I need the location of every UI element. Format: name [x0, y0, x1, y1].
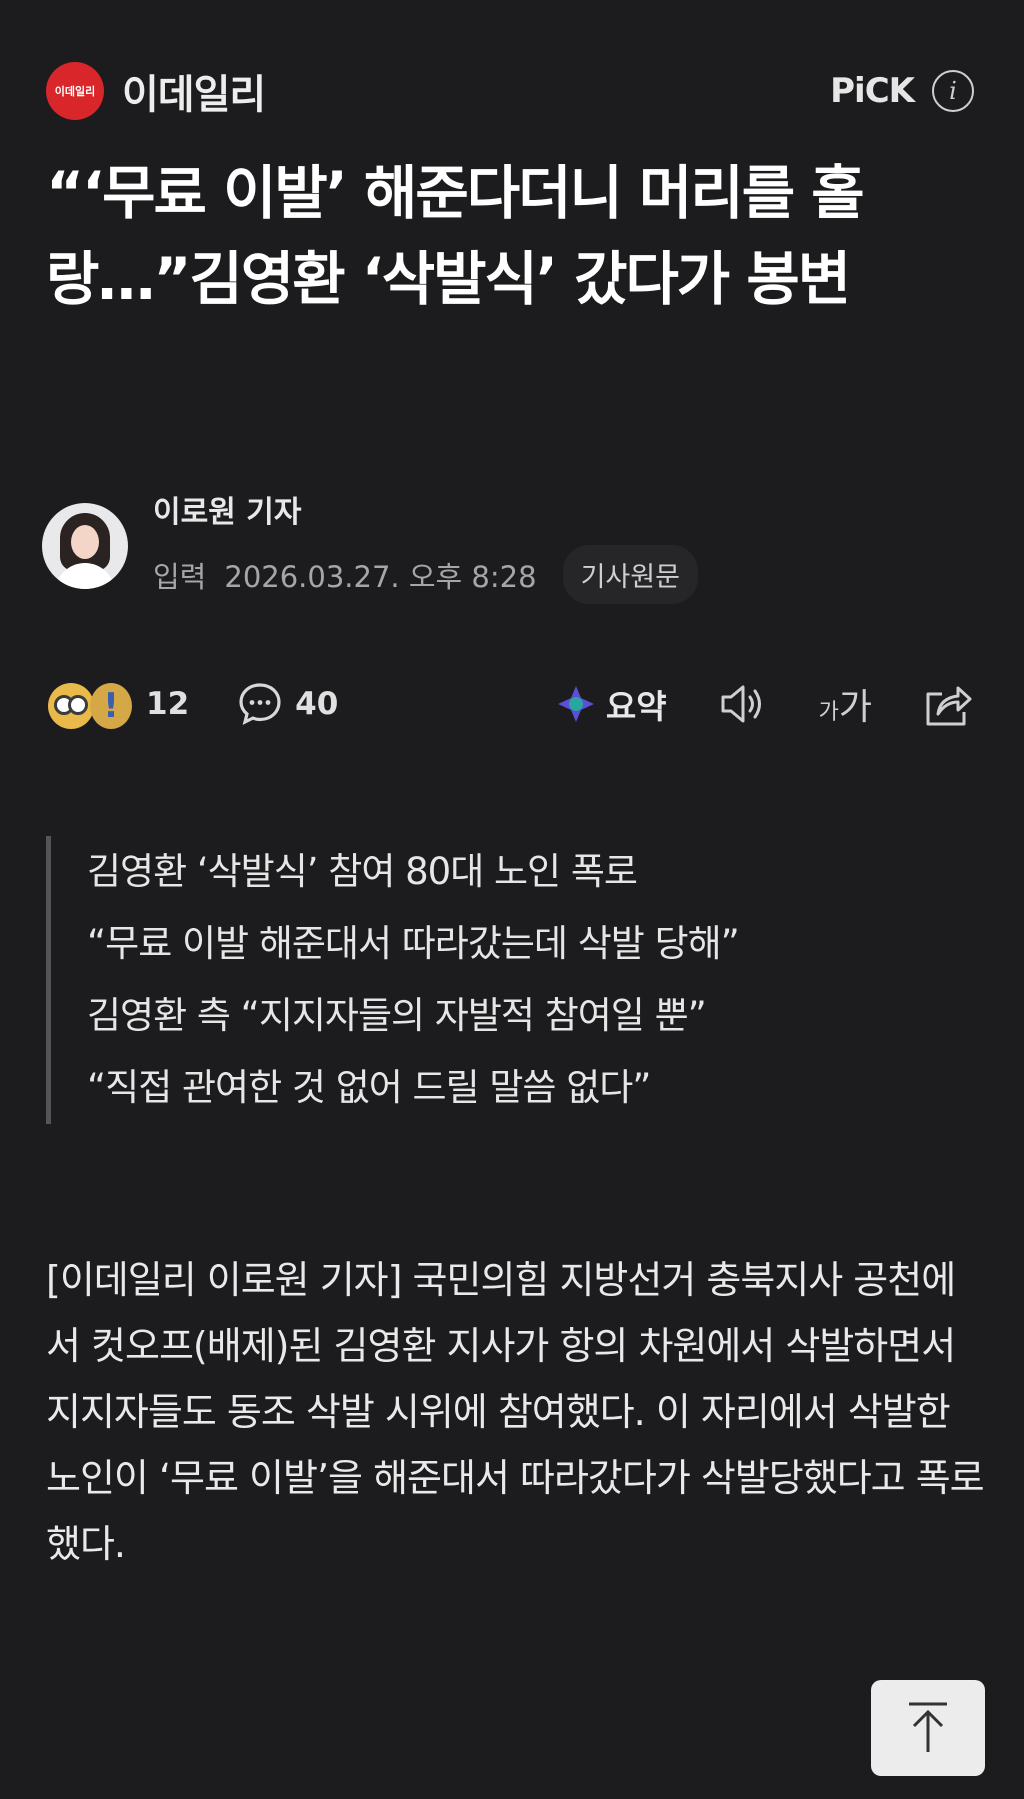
- byline-text: 이로원 기자 입력 2026.03.27. 오후 8:28 기사원문: [153, 487, 698, 604]
- press-logo[interactable]: 이데일리: [46, 62, 104, 120]
- article-page: 이데일리 이데일리 PiCK i “‘무료 이발’ 해준다더니 머리를 홀랑…”…: [0, 0, 1024, 1799]
- summary-line: “직접 관여한 것 없어 드릴 말씀 없다”: [87, 1066, 651, 1109]
- summary-line: “무료 이발 해준대서 따라갔는데 삭발 당해”: [87, 922, 740, 965]
- scroll-to-top-button[interactable]: [871, 1680, 985, 1776]
- reporter-avatar[interactable]: [42, 502, 128, 589]
- reporter-name[interactable]: 이로원 기자: [153, 487, 698, 531]
- article-toolbar: ! 12 40 요약 가가: [48, 676, 974, 732]
- press-name[interactable]: 이데일리: [122, 62, 266, 120]
- original-article-button[interactable]: 기사원문: [562, 545, 698, 604]
- share-icon[interactable]: [922, 680, 974, 728]
- pick-badge: PiCK: [830, 71, 915, 111]
- summary-button[interactable]: 요약: [556, 680, 667, 728]
- press-brand[interactable]: 이데일리 이데일리: [46, 62, 266, 120]
- comment-count[interactable]: 40: [295, 686, 338, 722]
- font-large-glyph: 가: [838, 687, 872, 728]
- avatar-face: [71, 524, 99, 559]
- byline: 이로원 기자 입력 2026.03.27. 오후 8:28 기사원문: [42, 487, 698, 604]
- article-body: [이데일리 이로원 기자] 국민의힘 지방선거 충북지사 공천에서 컷오프(배제…: [46, 1258, 985, 1566]
- toolbar-right: 요약 가가: [506, 678, 974, 730]
- input-label: 입력: [153, 559, 207, 594]
- exclamation-emoji-icon: !: [90, 683, 132, 729]
- info-icon[interactable]: i: [932, 70, 974, 112]
- press-header: 이데일리 이데일리 PiCK i: [46, 60, 974, 122]
- article-meta: 입력 2026.03.27. 오후 8:28 기사원문: [153, 545, 698, 604]
- summary-line: 김영환 ‘삭발식’ 참여 80대 노인 폭로: [87, 850, 638, 893]
- toolbar-left: ! 12 40: [48, 679, 338, 729]
- speaker-icon[interactable]: [717, 681, 769, 727]
- arrow-up-icon: [909, 1702, 947, 1752]
- font-small-glyph: 가: [818, 700, 839, 725]
- comment-icon[interactable]: [237, 681, 283, 727]
- reaction-count[interactable]: 12: [146, 686, 189, 722]
- article-summary: 김영환 ‘삭발식’ 참여 80대 노인 폭로 “무료 이발 해준대서 따라갔는데…: [46, 836, 946, 1124]
- summary-label: 요약: [605, 687, 667, 726]
- summary-line: 김영환 측 “지지자들의 자발적 참여일 뿐”: [87, 994, 707, 1037]
- surprised-emoji-icon: [48, 683, 94, 729]
- publish-datetime: 2026.03.27. 오후 8:28: [224, 559, 537, 594]
- reaction-emoji-icon[interactable]: !: [48, 679, 134, 729]
- font-size-icon[interactable]: 가가: [819, 678, 872, 730]
- article-headline: “‘무료 이발’ 해준다더니 머리를 홀랑…”김영환 ‘삭발식’ 갔다가 봉변: [46, 159, 865, 313]
- press-actions: PiCK i: [830, 70, 974, 112]
- ai-summary-icon: [557, 686, 594, 722]
